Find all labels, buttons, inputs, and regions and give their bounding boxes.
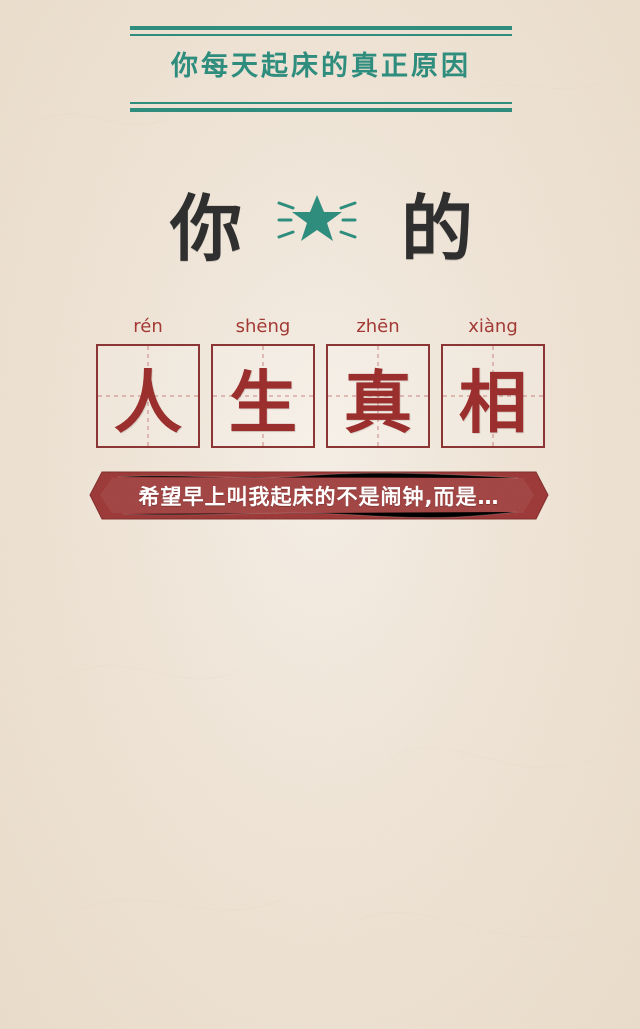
bottom-rule-1 — [130, 102, 512, 104]
ribbon-text: 希望早上叫我起床的不是闹钟,而是… — [138, 484, 500, 509]
headline-right-char: 的 — [400, 187, 475, 271]
char-4: 相 — [458, 361, 528, 443]
pinyin-4: xiàng — [468, 316, 518, 337]
bottom-rule-2 — [130, 108, 512, 112]
top-banner: 你每天起床的真正原因 — [130, 26, 512, 112]
top-rule-1 — [130, 26, 512, 30]
char-box-3: 真 — [326, 344, 430, 448]
top-rule-2 — [130, 34, 512, 36]
headline-left-char: 你 — [170, 187, 245, 271]
char-2: 生 — [228, 361, 298, 443]
pinyin-3: zhēn — [356, 316, 400, 337]
pinyin-2: shēng — [235, 316, 291, 337]
character-grid: 人 生 真 相 — [96, 344, 546, 448]
char-box-1: 人 — [96, 344, 200, 448]
page-title: 你每天起床的真正原因 — [171, 51, 471, 82]
pinyin-1: rén — [133, 316, 163, 337]
char-box-2: 生 — [211, 344, 315, 448]
char-box-4: 相 — [441, 344, 545, 448]
pinyin-row: rén shēng zhēn xiàng — [96, 316, 546, 340]
headline-row: 你 的 — [165, 170, 485, 271]
char-3: 真 — [343, 361, 413, 443]
char-1: 人 — [113, 361, 183, 443]
star-icon — [269, 185, 365, 255]
ribbon-banner: 希望早上叫我起床的不是闹钟,而是… — [88, 470, 550, 521]
